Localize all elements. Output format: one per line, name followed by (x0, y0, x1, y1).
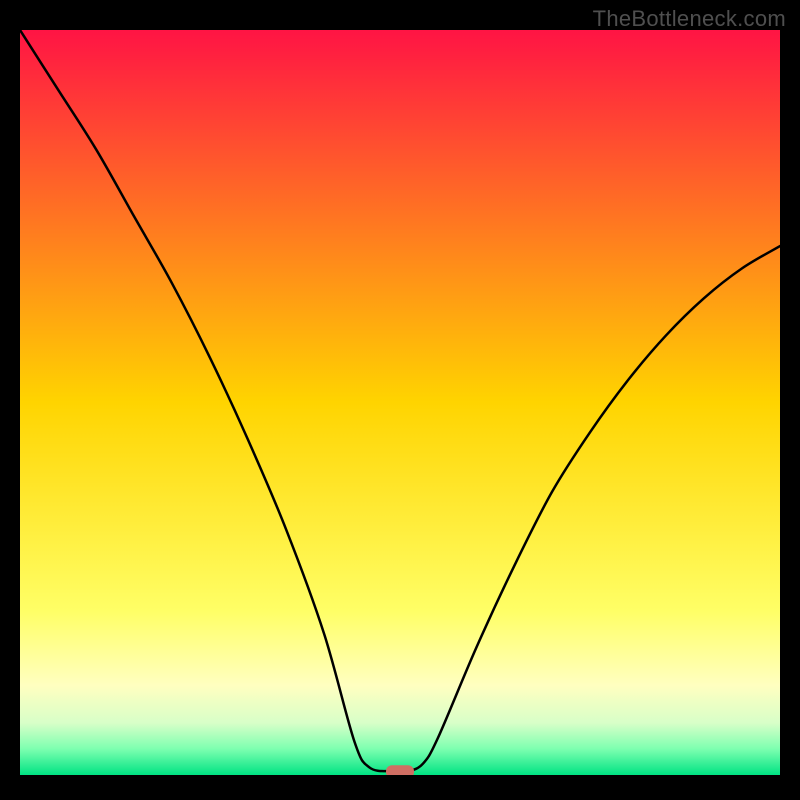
watermark-label: TheBottleneck.com (593, 6, 786, 32)
optimum-marker (20, 30, 780, 775)
chart-container: TheBottleneck.com (0, 0, 800, 800)
plot-area (20, 30, 780, 775)
